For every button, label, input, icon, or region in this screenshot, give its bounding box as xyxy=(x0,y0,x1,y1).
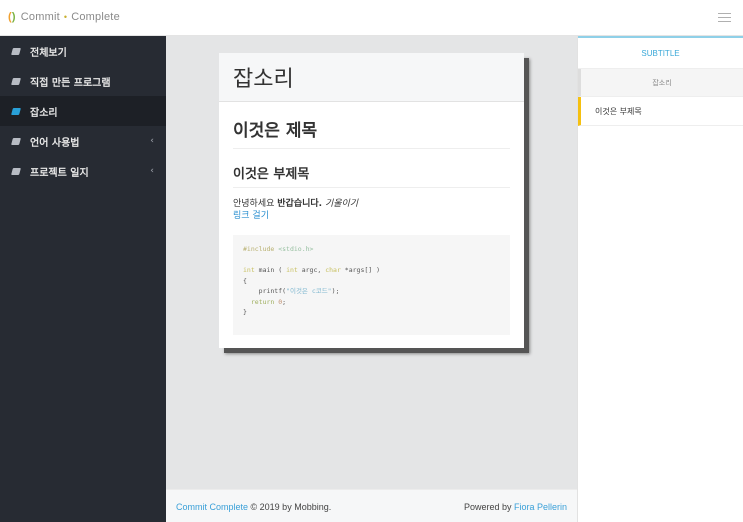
sidebar-item-all[interactable]: 전체보기 xyxy=(0,36,166,66)
book-icon xyxy=(11,107,21,115)
footer-powered-by: Powered by Fiora Pellerin xyxy=(464,502,567,512)
logo-icon: () xyxy=(8,11,16,23)
sidebar: 전체보기 직접 만든 프로그램 잡소리 언어 사용법 ‹ 프로젝트 일지 ‹ xyxy=(0,36,166,522)
card-header: 잡소리 xyxy=(219,53,524,102)
toc-page-title[interactable]: 잡소리 xyxy=(578,69,743,97)
sidebar-item-programs[interactable]: 직접 만든 프로그램 xyxy=(0,66,166,96)
book-icon xyxy=(11,167,21,175)
code-token: 0 xyxy=(274,297,283,306)
top-bar: () Commit • Complete xyxy=(0,0,743,36)
sidebar-item-language-usage[interactable]: 언어 사용법 ‹ xyxy=(0,126,166,156)
footer-copyright-text: © 2019 by Mobbing. xyxy=(248,502,332,512)
sidebar-item-label: 언어 사용법 xyxy=(30,137,80,149)
code-token: #include xyxy=(243,245,275,253)
brand-separator: • xyxy=(63,12,68,22)
code-token: main ( xyxy=(254,266,287,274)
brand-name-part2: Complete xyxy=(71,11,120,23)
paragraph-bold: 반갑습니다. xyxy=(277,199,323,209)
chevron-left-icon[interactable]: ‹ xyxy=(150,166,154,176)
sidebar-item-label: 직접 만든 프로그램 xyxy=(30,77,111,89)
sidebar-item-chatter[interactable]: 잡소리 xyxy=(0,96,166,126)
chevron-left-icon[interactable]: ‹ xyxy=(150,136,154,146)
toc-panel: SUBTITLE 잡소리 이것은 부제목 xyxy=(577,36,743,522)
heading-subtitle: 이것은 부제목 xyxy=(233,149,510,188)
heading-title: 이것은 제목 xyxy=(233,102,510,149)
code-token: printf( xyxy=(243,287,287,295)
code-block: #include <stdio.h> int main ( int argc, … xyxy=(233,235,510,335)
sidebar-item-label: 잡소리 xyxy=(30,107,58,119)
book-icon xyxy=(11,137,21,145)
code-line: { xyxy=(243,276,247,285)
code-token: "이것은 c코드" xyxy=(286,287,332,295)
sidebar-item-project-log[interactable]: 프로젝트 일지 ‹ xyxy=(0,156,166,186)
footer-copyright: Commit Complete © 2019 by Mobbing. xyxy=(176,502,331,512)
book-icon xyxy=(11,77,21,85)
sidebar-item-label: 전체보기 xyxy=(30,47,67,59)
book-icon xyxy=(11,47,21,55)
code-token: int xyxy=(243,266,255,274)
sidebar-item-label: 프로젝트 일지 xyxy=(30,167,89,179)
brand-logo[interactable]: () Commit • Complete xyxy=(8,11,120,23)
code-token: argc, xyxy=(297,266,326,274)
code-token: <stdio.h> xyxy=(278,245,314,253)
footer: Commit Complete © 2019 by Mobbing. Power… xyxy=(166,489,577,522)
footer-author-link[interactable]: Fiora Pellerin xyxy=(514,502,567,512)
brand-name-part1: Commit xyxy=(20,11,60,23)
code-line: } xyxy=(243,308,247,316)
toc-item[interactable]: 이것은 부제목 xyxy=(578,97,743,126)
code-token: int xyxy=(286,266,298,274)
code-token: ); xyxy=(331,287,340,295)
main-content: 잡소리 이것은 제목 이것은 부제목 안녕하세요 반갑습니다. 기울이기 링크 … xyxy=(166,36,577,489)
code-token: *args[] ) xyxy=(340,266,381,274)
code-token: return xyxy=(243,297,275,306)
paragraph-italic: 기울이기 xyxy=(324,199,359,209)
code-token: ; xyxy=(282,297,287,306)
footer-site-link[interactable]: Commit Complete xyxy=(176,502,248,512)
code-token: char xyxy=(325,266,341,274)
paragraph-text: 안녕하세요 xyxy=(233,199,278,209)
post-card: 잡소리 이것은 제목 이것은 부제목 안녕하세요 반갑습니다. 기울이기 링크 … xyxy=(219,53,524,348)
toc-heading: SUBTITLE xyxy=(578,36,743,69)
paragraph: 안녕하세요 반갑습니다. 기울이기 xyxy=(233,198,510,210)
hamburger-menu-icon[interactable] xyxy=(718,13,731,23)
page-title: 잡소리 xyxy=(233,67,294,92)
footer-powered-text: Powered by xyxy=(463,502,514,512)
sample-link[interactable]: 링크 걸기 xyxy=(233,210,510,222)
card-body: 이것은 제목 이것은 부제목 안녕하세요 반갑습니다. 기울이기 링크 걸기 #… xyxy=(219,102,524,335)
